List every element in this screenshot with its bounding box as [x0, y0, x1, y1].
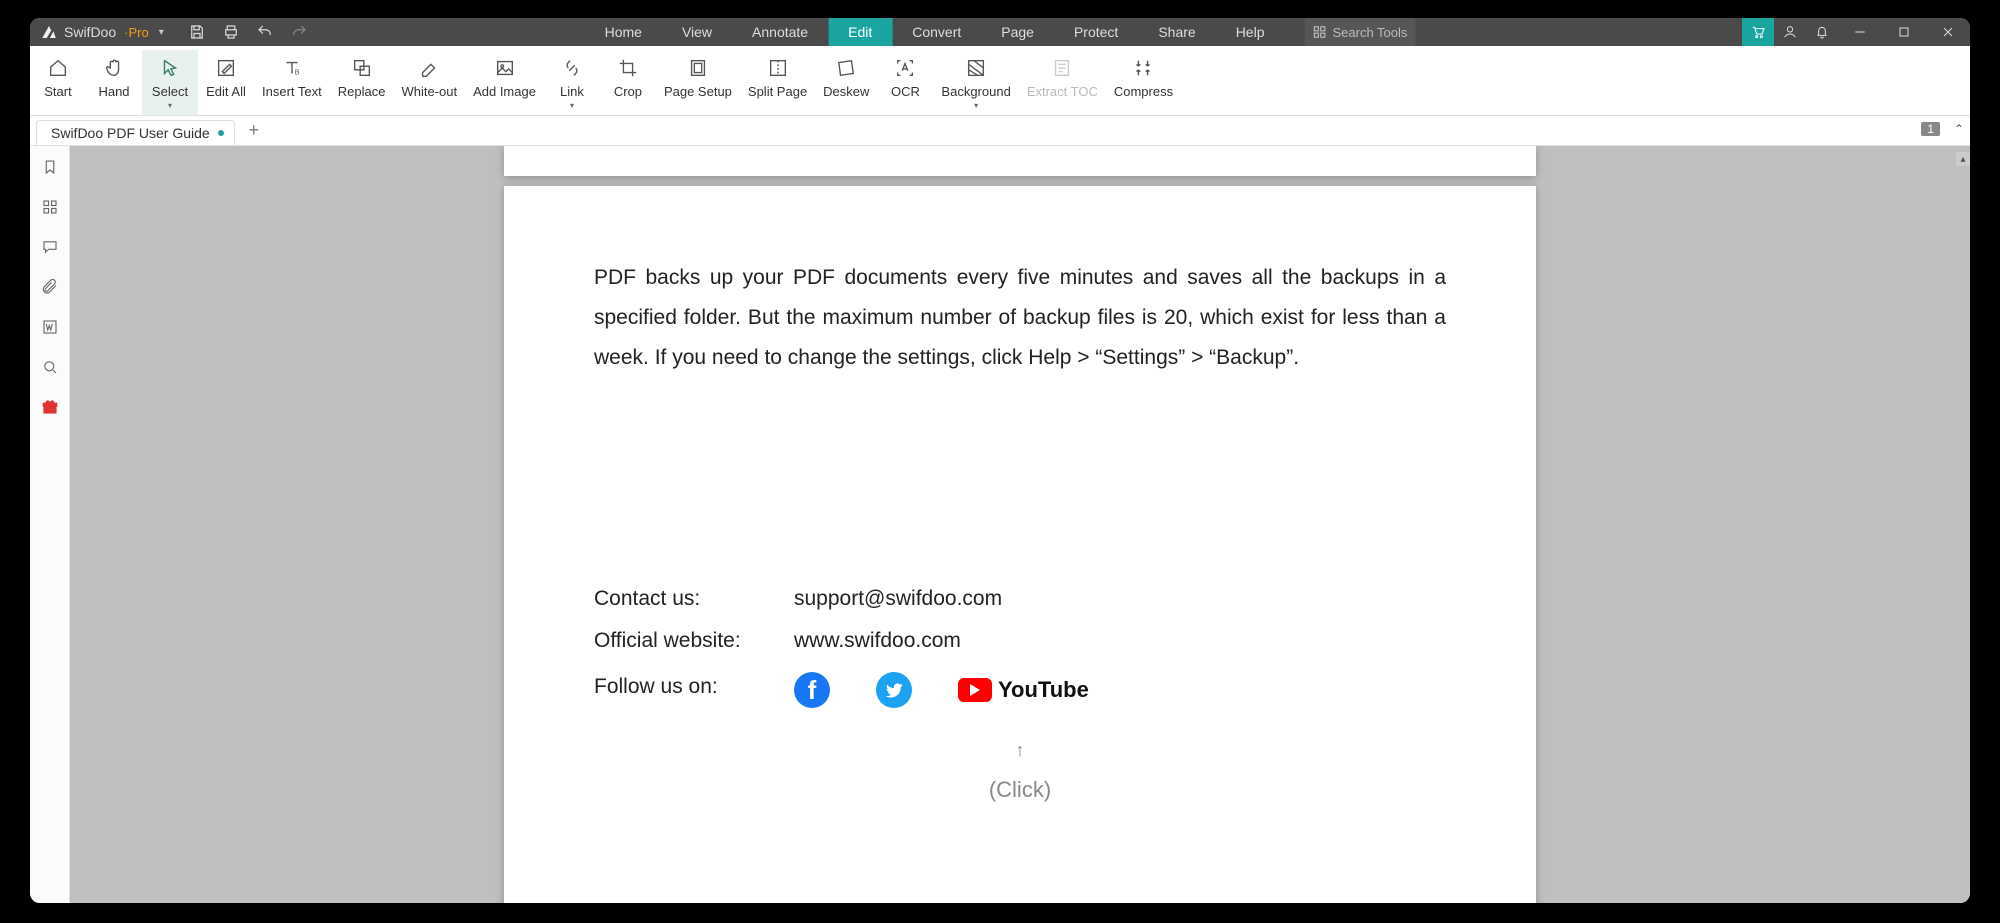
tool-deskew[interactable]: Deskew [815, 50, 877, 115]
hint-arrow-icon: ↑ [594, 732, 1446, 768]
svg-text:B: B [295, 67, 300, 76]
website-label: Official website: [594, 620, 794, 662]
hint-text: (Click) [594, 768, 1446, 812]
tool-compress[interactable]: Compress [1106, 50, 1181, 115]
youtube-icon[interactable]: YouTube [958, 668, 1089, 712]
redo-button[interactable] [290, 23, 308, 41]
youtube-play-icon [958, 678, 992, 702]
titlebar: SwifDoo ·Pro ▾ Home View Annotate Edit C… [30, 18, 1970, 46]
follow-label: Follow us on: [594, 666, 794, 708]
modified-dot-icon [218, 130, 224, 136]
app-window: SwifDoo ·Pro ▾ Home View Annotate Edit C… [30, 18, 1970, 903]
menu-view[interactable]: View [662, 18, 732, 46]
side-panel [30, 146, 70, 903]
tool-white-out[interactable]: White-out [393, 50, 465, 115]
document-tab[interactable]: SwifDoo PDF User Guide [36, 120, 235, 145]
maximize-button[interactable] [1882, 18, 1926, 46]
ribbon-toolbar: Start Hand Select▾ Edit All BInsert Text… [30, 46, 1970, 116]
menu-edit[interactable]: Edit [828, 18, 892, 46]
tool-select[interactable]: Select▾ [142, 50, 198, 115]
menu-help[interactable]: Help [1216, 18, 1285, 46]
tool-edit-all[interactable]: Edit All [198, 50, 254, 115]
menu-convert[interactable]: Convert [892, 18, 981, 46]
thumbnails-panel-button[interactable] [39, 196, 61, 218]
tool-start[interactable]: Start [30, 50, 86, 115]
tool-link[interactable]: Link▾ [544, 50, 600, 115]
app-logo-icon [40, 23, 58, 41]
search-tools-placeholder: Search Tools [1332, 25, 1407, 40]
search-icon [1312, 25, 1326, 39]
app-name: SwifDoo [64, 24, 116, 40]
collapse-ribbon-button[interactable]: ⌃ [1954, 122, 1964, 136]
word-panel-button[interactable] [39, 316, 61, 338]
tool-replace[interactable]: Replace [330, 50, 394, 115]
tool-hand[interactable]: Hand [86, 50, 142, 115]
tool-add-image[interactable]: Add Image [465, 50, 544, 115]
app-brand[interactable]: SwifDoo ·Pro ▾ [30, 23, 174, 41]
previous-page-sliver [504, 146, 1536, 176]
youtube-label: YouTube [998, 668, 1089, 712]
app-edition: ·Pro [124, 25, 149, 40]
document-canvas[interactable]: ▴ PDF backs up your PDF documents every … [70, 146, 1970, 903]
save-button[interactable] [188, 23, 206, 41]
account-button[interactable] [1774, 18, 1806, 46]
quick-access-toolbar [188, 23, 308, 41]
menu-page[interactable]: Page [981, 18, 1054, 46]
minimize-button[interactable] [1838, 18, 1882, 46]
menu-share[interactable]: Share [1138, 18, 1215, 46]
contact-block: Contact us: support@swifdoo.com Official… [594, 578, 1446, 812]
search-tools-input[interactable]: Search Tools [1304, 18, 1415, 46]
social-icons: f YouTube [794, 668, 1089, 712]
document-tabstrip: SwifDoo PDF User Guide + 1 ⌃ [30, 116, 1970, 146]
tool-extract-toc: Extract TOC [1019, 50, 1106, 115]
close-button[interactable] [1926, 18, 1970, 46]
tool-insert-text[interactable]: BInsert Text [254, 50, 330, 115]
new-tab-button[interactable]: + [241, 116, 267, 145]
click-hint: ↑ (Click) [594, 732, 1446, 812]
tool-split-page[interactable]: Split Page [740, 50, 815, 115]
contact-label: Contact us: [594, 578, 794, 620]
undo-button[interactable] [256, 23, 274, 41]
tool-crop[interactable]: Crop [600, 50, 656, 115]
tool-ocr[interactable]: OCR [877, 50, 933, 115]
cart-button[interactable] [1742, 18, 1774, 46]
page-counter: 1 [1921, 122, 1940, 136]
tool-page-setup[interactable]: Page Setup [656, 50, 740, 115]
menu-home[interactable]: Home [585, 18, 662, 46]
app-menu-dropdown-icon[interactable]: ▾ [159, 27, 164, 38]
tool-background[interactable]: Background▾ [933, 50, 1018, 115]
window-controls [1742, 18, 1970, 46]
comments-panel-button[interactable] [39, 236, 61, 258]
contact-value: support@swifdoo.com [794, 578, 1002, 620]
main-menu: Home View Annotate Edit Convert Page Pro… [585, 18, 1416, 46]
menu-protect[interactable]: Protect [1054, 18, 1138, 46]
chevron-down-icon: ▾ [168, 101, 172, 110]
chevron-down-icon: ▾ [974, 101, 978, 110]
bookmarks-panel-button[interactable] [39, 156, 61, 178]
chevron-down-icon: ▾ [570, 101, 574, 110]
attachments-panel-button[interactable] [39, 276, 61, 298]
workspace: ▴ PDF backs up your PDF documents every … [30, 146, 1970, 903]
bell-button[interactable] [1806, 18, 1838, 46]
document-page: PDF backs up your PDF documents every fi… [504, 186, 1536, 903]
menu-annotate[interactable]: Annotate [732, 18, 828, 46]
website-value: www.swifdoo.com [794, 620, 961, 662]
search-panel-button[interactable] [39, 356, 61, 378]
document-tab-title: SwifDoo PDF User Guide [51, 125, 210, 141]
facebook-icon[interactable]: f [794, 672, 830, 708]
body-paragraph: PDF backs up your PDF documents every fi… [594, 258, 1446, 378]
gift-button[interactable] [39, 396, 61, 418]
scroll-up-button[interactable]: ▴ [1956, 152, 1970, 166]
twitter-icon[interactable] [876, 672, 912, 708]
print-button[interactable] [222, 23, 240, 41]
